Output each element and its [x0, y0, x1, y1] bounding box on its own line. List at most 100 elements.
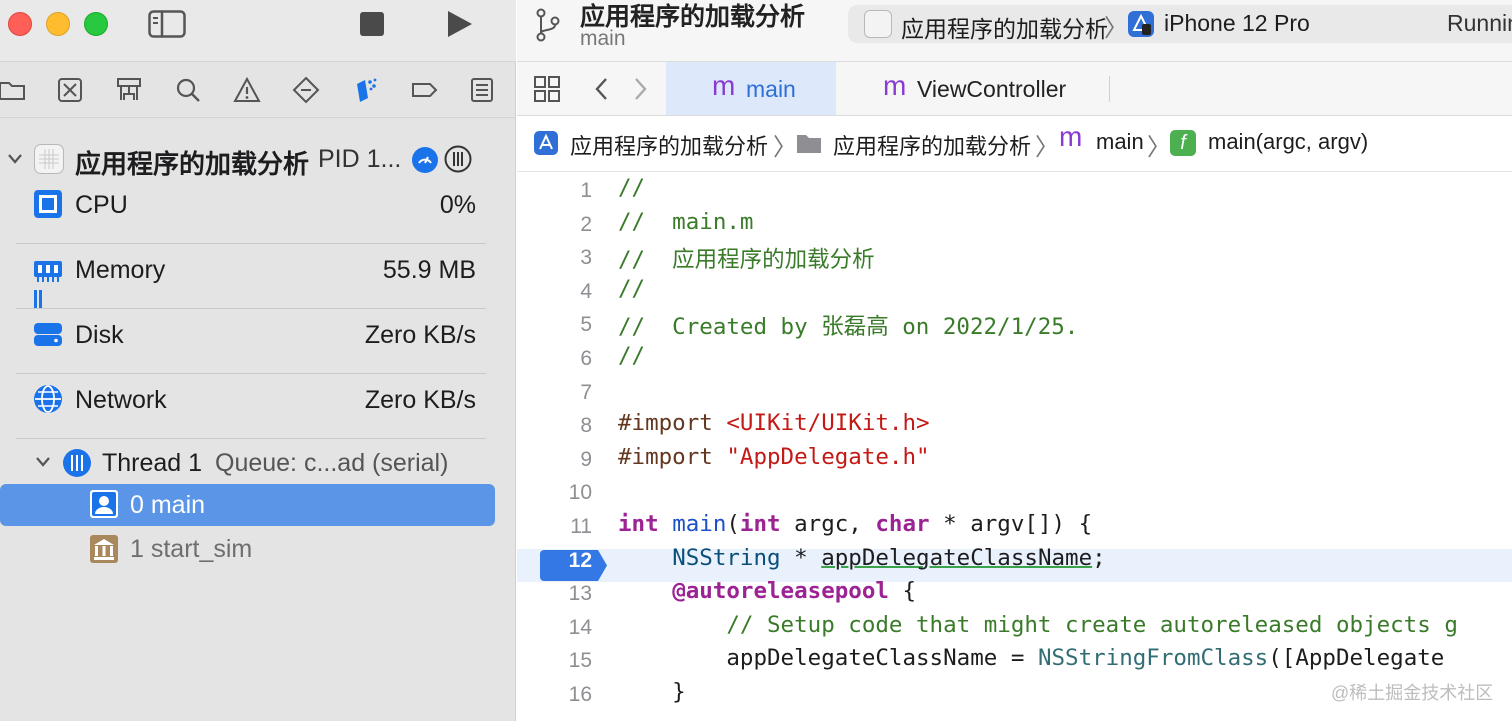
breadcrumb-project[interactable]: 应用程序的加载分析: [570, 129, 768, 161]
thread-icon: [63, 449, 91, 477]
code-line[interactable]: // Setup code that might create autorele…: [618, 612, 1458, 638]
process-row[interactable]: 应用程序的加载分析 PID 1...: [0, 140, 500, 180]
code-token: //: [618, 343, 646, 369]
line-number: 8: [580, 414, 592, 438]
gauge-label: Disk: [75, 321, 124, 349]
breakpoint-icon[interactable]: [406, 72, 442, 108]
code-line[interactable]: NSString * appDelegateClassName;: [618, 545, 1106, 571]
code-line[interactable]: int main(int argc, char * argv[]) {: [618, 511, 1092, 537]
cpu-gauge[interactable]: CPU 0%: [0, 186, 500, 226]
debug-navigator-icon[interactable]: [347, 72, 383, 108]
code-line[interactable]: #import "AppDelegate.h": [618, 444, 930, 470]
tab-divider: [1109, 76, 1110, 102]
device-name[interactable]: iPhone 12 Pro: [1164, 10, 1310, 37]
symbol-icon[interactable]: [111, 72, 147, 108]
function-icon: f: [1170, 130, 1196, 156]
window-toolbar-left: [0, 0, 516, 62]
scheme-name[interactable]: 应用程序的加载分析: [901, 10, 1108, 44]
code-token: "AppDelegate.h": [726, 443, 930, 470]
tab-label: main: [746, 76, 796, 102]
folder-icon[interactable]: [796, 132, 822, 154]
folder-icon[interactable]: [0, 72, 30, 108]
network-gauge[interactable]: Network Zero KB/s: [0, 381, 500, 421]
m-file-icon: m: [712, 70, 736, 101]
code-line[interactable]: @autoreleasepool {: [618, 578, 916, 604]
code-token: // 应用程序的加载分析: [618, 247, 875, 274]
disclosure-down-icon[interactable]: [7, 152, 23, 166]
code-line[interactable]: // 应用程序的加载分析: [618, 242, 875, 274]
grid-icon[interactable]: [533, 75, 561, 103]
memory-level-bar: [34, 290, 37, 308]
code-token: appDelegateClassName =: [618, 645, 1038, 672]
code-line[interactable]: //: [618, 175, 645, 201]
close-window-button[interactable]: [8, 12, 32, 36]
run-icon[interactable]: [446, 9, 474, 39]
tab-label: ViewController: [917, 76, 1067, 102]
code-token: // Setup code that might create autorele…: [618, 611, 1458, 638]
gauge-value: 55.9 MB: [382, 256, 476, 284]
gauge-label: Memory: [75, 256, 166, 284]
code-line[interactable]: //: [618, 276, 645, 302]
thread-row[interactable]: Thread 1 Queue: c...ad (serial): [0, 443, 500, 483]
code-line[interactable]: // main.m: [618, 209, 753, 235]
breadcrumb-group[interactable]: 应用程序的加载分析: [833, 129, 1031, 161]
scheme-selector[interactable]: 应用程序的加载分析 〉 iPhone 12 Pro Runnin: [848, 5, 1512, 43]
code-token: <UIKit/UIKit.h>: [726, 410, 930, 437]
code-line[interactable]: }: [618, 679, 686, 705]
code-token: appDelegateClassName: [821, 544, 1093, 571]
process-name: 应用程序的加载分析: [75, 149, 310, 179]
warning-icon[interactable]: [229, 72, 265, 108]
code-token: *: [780, 544, 822, 571]
gauge-badge-icon[interactable]: [411, 146, 439, 174]
forward-icon[interactable]: [632, 77, 648, 101]
chevron-right-icon: 〉: [1147, 134, 1171, 161]
gauge-label: Network: [75, 386, 167, 414]
disclosure-down-icon[interactable]: [35, 455, 51, 469]
memory-gauge[interactable]: Memory 55.9 MB: [0, 251, 500, 311]
code-token: ([AppDelegate: [1268, 645, 1445, 672]
code-line[interactable]: #import <UIKit/UIKit.h>: [618, 410, 930, 436]
disk-icon: [34, 323, 62, 346]
report-icon[interactable]: [464, 72, 500, 108]
code-line[interactable]: // Created by 张磊高 on 2022/1/25.: [618, 309, 1078, 341]
code-token: #import: [618, 443, 727, 470]
toggle-sidebar-icon[interactable]: [148, 10, 186, 38]
stack-frame-selected[interactable]: 0 main: [0, 484, 495, 526]
breadcrumb-file[interactable]: main: [1096, 129, 1144, 155]
code-token: (: [726, 511, 740, 537]
source-control-icon[interactable]: [52, 72, 88, 108]
zoom-window-button[interactable]: [84, 12, 108, 36]
thread-name: Thread 1: [102, 449, 203, 477]
minimize-window-button[interactable]: [46, 12, 70, 36]
tab-main[interactable]: m main: [666, 62, 836, 115]
branch-name: main: [580, 27, 626, 50]
code-token: // Created by 张磊高 on 2022/1/25.: [618, 314, 1079, 341]
divider: [16, 308, 486, 309]
find-icon[interactable]: [170, 72, 206, 108]
stop-icon[interactable]: [360, 12, 384, 36]
source-editor[interactable]: 1 // 2 // main.m 3 // 应用程序的加载分析 4 // 5 // Created…: [517, 172, 1512, 721]
gauge-value: 0%: [439, 191, 476, 219]
back-icon[interactable]: [594, 77, 610, 101]
code-line[interactable]: appDelegateClassName = NSStringFromClass…: [618, 645, 1444, 671]
divider: [16, 373, 486, 374]
line-number: 5: [580, 313, 592, 337]
code-token: NSString: [672, 544, 781, 571]
test-icon[interactable]: [288, 72, 324, 108]
jump-bar: 应用程序的加载分析 〉 应用程序的加载分析 〉 m main 〉 f main(…: [517, 116, 1512, 172]
xcodeproj-icon[interactable]: [533, 130, 559, 156]
breadcrumb-function[interactable]: main(argc, argv): [1208, 129, 1368, 155]
branch-icon: [536, 8, 560, 42]
network-icon: [34, 385, 62, 413]
cpu-icon: [34, 190, 62, 218]
code-token: ;: [1092, 544, 1106, 571]
chevron-right-icon: 〉: [1104, 15, 1128, 42]
code-token: // main.m: [618, 208, 754, 235]
code-line[interactable]: //: [618, 343, 645, 369]
tab-viewcontroller[interactable]: m ViewController: [837, 62, 1109, 115]
code-token: {: [888, 578, 917, 605]
threads-icon[interactable]: [444, 145, 472, 173]
stack-frame[interactable]: 1 start_sim: [0, 529, 495, 569]
line-number: 9: [580, 447, 592, 471]
disk-gauge[interactable]: Disk Zero KB/s: [0, 316, 500, 356]
